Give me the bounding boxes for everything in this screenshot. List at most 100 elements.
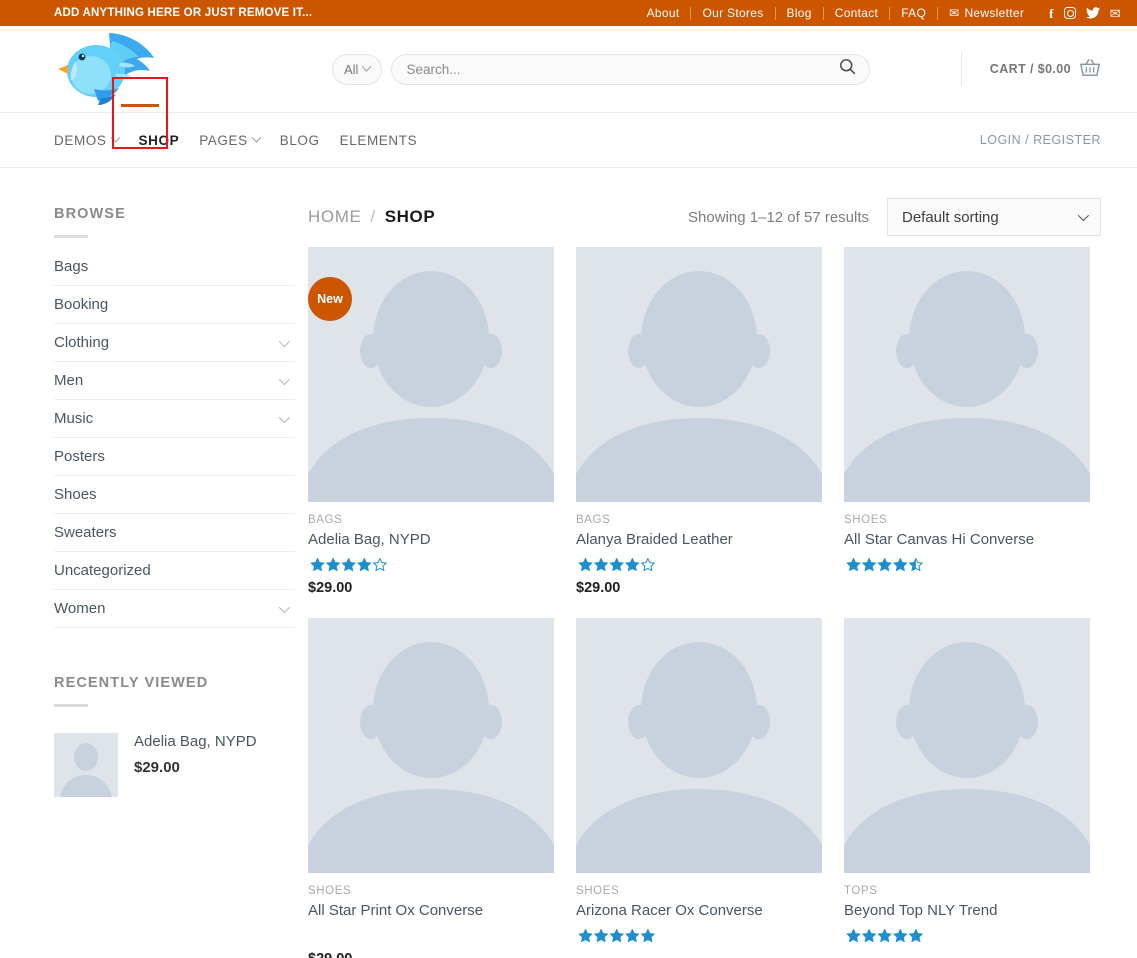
active-nav-marker xyxy=(121,104,159,107)
top-link-about[interactable]: About xyxy=(636,7,691,20)
rating-stars-glyph xyxy=(576,558,660,571)
site-header: All CART / $0.00 xyxy=(0,26,1137,112)
sorting-value: Default sorting xyxy=(902,209,999,226)
product-title[interactable]: Alanya Braided Leather xyxy=(576,531,822,550)
category-label: Uncategorized xyxy=(54,562,151,579)
sidebar-item-posters[interactable]: Posters xyxy=(54,438,295,476)
breadcrumb-current: SHOP xyxy=(385,207,436,227)
chevron-down-icon[interactable] xyxy=(279,373,290,384)
top-link-blog[interactable]: Blog xyxy=(775,7,823,20)
announcement-text: ADD ANYTHING HERE OR JUST REMOVE IT... xyxy=(54,7,312,19)
chevron-down-icon[interactable] xyxy=(279,411,290,422)
product-image[interactable] xyxy=(308,618,554,873)
product-title[interactable]: All Star Print Ox Converse xyxy=(308,902,554,921)
breadcrumb-home[interactable]: HOME xyxy=(308,207,361,227)
avatar-placeholder-icon xyxy=(576,618,822,873)
top-link-contact[interactable]: Contact xyxy=(823,7,889,20)
product-card[interactable]: New BAGS Adelia Bag, NYPD $29.00 xyxy=(308,247,554,596)
search-box[interactable] xyxy=(391,54,870,85)
product-category: SHOES xyxy=(308,885,554,897)
bird-logo[interactable] xyxy=(54,27,162,111)
top-link-faq[interactable]: FAQ xyxy=(889,7,937,20)
product-title[interactable]: Arizona Racer Ox Converse xyxy=(576,902,822,921)
sidebar-item-booking[interactable]: Booking xyxy=(54,286,295,324)
page-content: BROWSE Bags Booking Clothing Men Music P… xyxy=(0,168,1137,958)
product-card[interactable]: SHOES All Star Print Ox Converse $29.00 xyxy=(308,618,554,958)
email-icon[interactable]: ✉ xyxy=(1110,7,1121,20)
avatar-placeholder-icon xyxy=(308,618,554,873)
category-label: Shoes xyxy=(54,486,97,503)
top-link-our-stores[interactable]: Our Stores xyxy=(690,7,774,20)
category-label: Bags xyxy=(54,258,88,275)
nav-item-demos[interactable]: DEMOS xyxy=(54,133,119,148)
recent-item-name[interactable]: Adelia Bag, NYPD xyxy=(134,733,257,751)
social-links: f ✉ xyxy=(1035,7,1121,20)
product-image[interactable] xyxy=(844,618,1090,873)
cart-label: CART / $0.00 xyxy=(990,62,1071,76)
instagram-icon[interactable] xyxy=(1064,7,1076,19)
product-rating xyxy=(308,558,554,571)
sidebar-item-clothing[interactable]: Clothing xyxy=(54,324,295,362)
product-card[interactable]: SHOES Arizona Racer Ox Converse xyxy=(576,618,822,958)
product-image[interactable]: New xyxy=(308,247,554,502)
sorting-select[interactable]: Default sorting xyxy=(887,198,1101,236)
nav-item-pages[interactable]: PAGES xyxy=(199,133,260,148)
product-image[interactable] xyxy=(576,618,822,873)
product-rating xyxy=(844,929,1090,942)
sidebar-item-uncategorized[interactable]: Uncategorized xyxy=(54,552,295,590)
sidebar-item-women[interactable]: Women xyxy=(54,590,295,628)
sidebar-item-shoes[interactable]: Shoes xyxy=(54,476,295,514)
twitter-icon[interactable] xyxy=(1086,7,1100,19)
facebook-icon[interactable]: f xyxy=(1049,7,1054,20)
chevron-down-icon[interactable] xyxy=(279,335,290,346)
category-label: Clothing xyxy=(54,334,109,351)
nav-item-shop[interactable]: SHOP xyxy=(139,133,180,148)
product-image[interactable] xyxy=(576,247,822,502)
product-title[interactable]: All Star Canvas Hi Converse xyxy=(844,531,1090,550)
top-announcement-bar: ADD ANYTHING HERE OR JUST REMOVE IT... A… xyxy=(0,0,1137,26)
sidebar-item-men[interactable]: Men xyxy=(54,362,295,400)
product-card[interactable]: BAGS Alanya Braided Leather $29.00 xyxy=(576,247,822,596)
search-input[interactable] xyxy=(406,62,855,77)
results-count: Showing 1–12 of 57 results xyxy=(688,209,869,226)
nav-item-elements[interactable]: ELEMENTS xyxy=(340,133,418,148)
sidebar-item-music[interactable]: Music xyxy=(54,400,295,438)
category-label: Men xyxy=(54,372,83,389)
category-label: Music xyxy=(54,410,93,427)
sidebar-item-sweaters[interactable]: Sweaters xyxy=(54,514,295,552)
top-link-newsletter[interactable]: ✉ Newsletter xyxy=(937,7,1035,20)
product-category: TOPS xyxy=(844,885,1090,897)
product-card[interactable]: SHOES All Star Canvas Hi Converse xyxy=(844,247,1090,596)
sidebar-item-bags[interactable]: Bags xyxy=(54,248,295,286)
chevron-down-icon xyxy=(1078,210,1089,221)
toolbar-right: Showing 1–12 of 57 results Default sorti… xyxy=(688,198,1121,236)
product-image[interactable] xyxy=(844,247,1090,502)
search-category-select[interactable]: All xyxy=(332,54,382,85)
product-category: BAGS xyxy=(308,514,554,526)
twitter-bird-glyph xyxy=(1086,7,1100,19)
cart-button[interactable]: CART / $0.00 xyxy=(961,52,1101,86)
newsletter-label: Newsletter xyxy=(964,7,1024,20)
shop-toolbar: HOME / SHOP Showing 1–12 of 57 results D… xyxy=(308,190,1121,244)
search-icon[interactable] xyxy=(839,58,856,80)
breadcrumb-separator: / xyxy=(370,207,375,227)
header-right: CART / $0.00 xyxy=(961,52,1121,86)
bird-logo-glyph xyxy=(54,27,162,111)
product-card[interactable]: TOPS Beyond Top NLY Trend xyxy=(844,618,1090,958)
browse-title: BROWSE xyxy=(54,206,306,222)
nav-item-blog[interactable]: BLOG xyxy=(280,133,320,148)
main-navigation: DEMOS SHOP PAGES BLOG ELEMENTS LOGIN / R… xyxy=(0,112,1137,168)
category-list: Bags Booking Clothing Men Music Posters … xyxy=(54,248,295,628)
avatar-placeholder-icon xyxy=(844,618,1090,873)
product-category: SHOES xyxy=(844,514,1090,526)
chevron-down-icon[interactable] xyxy=(279,601,290,612)
product-title[interactable]: Beyond Top NLY Trend xyxy=(844,902,1090,921)
login-register-link[interactable]: LOGIN / REGISTER xyxy=(980,133,1121,147)
list-item[interactable]: Adelia Bag, NYPD $29.00 xyxy=(54,733,306,797)
title-divider xyxy=(54,235,88,238)
product-title[interactable]: Adelia Bag, NYPD xyxy=(308,531,554,550)
recent-item-price: $29.00 xyxy=(134,759,257,776)
new-badge: New xyxy=(308,277,352,321)
chevron-down-icon xyxy=(362,61,372,71)
top-links: About Our Stores Blog Contact FAQ ✉ News… xyxy=(636,7,1121,20)
